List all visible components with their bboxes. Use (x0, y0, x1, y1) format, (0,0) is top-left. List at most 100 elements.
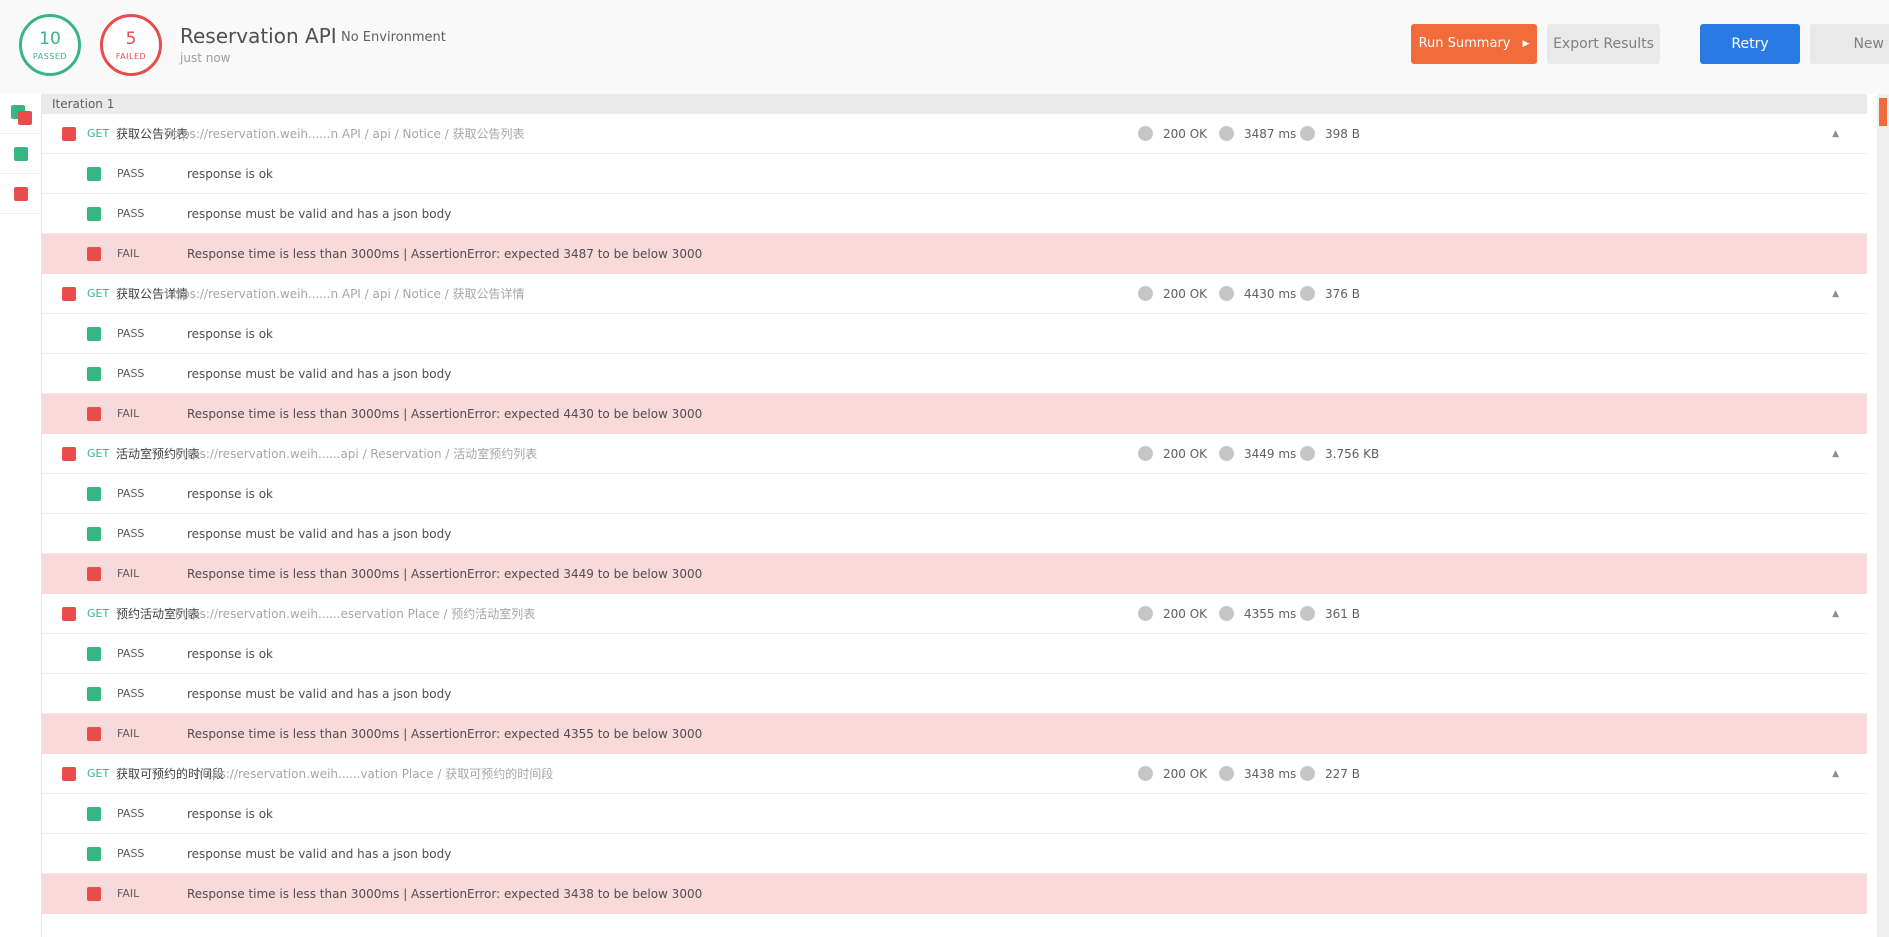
collapse-chevron-icon[interactable]: ▲ (1832, 594, 1839, 634)
size-dot-icon (1300, 606, 1315, 621)
pass-square-icon (87, 807, 101, 821)
passed-count-badge: 10 PASSED (19, 14, 81, 76)
request-row[interactable]: GET 获取公告列表 https://reservation.weih... ...n… (42, 114, 1867, 154)
request-row[interactable]: GET 获取公告详情 https://reservation.weih... ...n… (42, 274, 1867, 314)
filter-all[interactable] (0, 94, 41, 134)
request-row[interactable]: GET 获取可预约的时间段 https://reservation.weih....… (42, 754, 1867, 794)
pass-square-icon (87, 847, 101, 861)
pass-square-icon (87, 687, 101, 701)
iteration-header: Iteration 1 (42, 94, 1867, 114)
request-method: GET (87, 287, 110, 300)
response-time: 3438 ms (1244, 767, 1297, 781)
test-message: response is ok (187, 647, 274, 661)
environment-label: No Environment (341, 30, 446, 45)
failed-label: FAILED (115, 52, 147, 61)
run-header: 10 PASSED 5 FAILED Reservation API No En… (0, 0, 1889, 94)
test-message: response is ok (187, 807, 274, 821)
pass-square-icon (87, 487, 101, 501)
test-row: PASS response must be valid and has a jso… (42, 194, 1867, 234)
retry-button[interactable]: Retry (1700, 24, 1800, 64)
fail-square-icon (87, 727, 101, 741)
response-size: 398 B (1325, 127, 1360, 141)
test-message: response must be valid and has a json bo… (187, 207, 452, 221)
request-path: ...vation Place / 获取可预约的时间段 (349, 767, 554, 781)
test-row: PASS response must be valid and has a jso… (42, 354, 1867, 394)
response-size: 3.756 KB (1325, 447, 1380, 461)
request-method: GET (87, 767, 110, 780)
response-size: 227 B (1325, 767, 1360, 781)
test-result: PASS (117, 647, 145, 660)
pass-square-icon (87, 647, 101, 661)
test-result: PASS (117, 807, 145, 820)
test-message: response is ok (187, 327, 274, 341)
run-summary-label: Run Summary (1418, 36, 1511, 51)
run-title: Reservation API (180, 24, 337, 48)
filter-failed[interactable] (0, 174, 41, 214)
test-result: PASS (117, 367, 145, 380)
test-row: PASS response is ok (42, 154, 1867, 194)
collapse-chevron-icon[interactable]: ▲ (1832, 754, 1839, 794)
pass-square-icon (87, 327, 101, 341)
status-dot-icon (1138, 766, 1153, 781)
test-message: Response time is less than 3000ms | Asse… (187, 567, 703, 581)
request-path: ...eservation Place / 预约活动室列表 (329, 607, 536, 621)
status-dot-icon (1138, 126, 1153, 141)
results-list: Iteration 1 GET 获取公告列表 https://reservation… (42, 94, 1867, 937)
filter-passed[interactable] (0, 134, 41, 174)
request-row[interactable]: GET 活动室预约列表 https://reservation.weih......… (42, 434, 1867, 474)
scrollbar[interactable] (1877, 94, 1889, 937)
time-dot-icon (1219, 766, 1234, 781)
fail-square-icon (87, 247, 101, 261)
test-result: FAIL (117, 727, 140, 740)
response-status: 200 OK (1163, 607, 1208, 621)
request-method: GET (87, 607, 110, 620)
test-result: PASS (117, 327, 145, 340)
test-message: Response time is less than 3000ms | Asse… (187, 727, 703, 741)
request-url: https://reservation.weih... (195, 767, 350, 781)
test-row: PASS response must be valid and has a jso… (42, 674, 1867, 714)
collapse-chevron-icon[interactable]: ▲ (1832, 274, 1839, 314)
test-row: PASS response must be valid and has a jso… (42, 514, 1867, 554)
time-dot-icon (1219, 606, 1234, 621)
size-dot-icon (1300, 286, 1315, 301)
collapse-chevron-icon[interactable]: ▲ (1832, 114, 1839, 154)
response-size: 361 B (1325, 607, 1360, 621)
status-dot-icon (1138, 286, 1153, 301)
test-result: PASS (117, 847, 145, 860)
test-message: Response time is less than 3000ms | Asse… (187, 247, 703, 261)
fail-square-icon (62, 447, 76, 461)
test-row: FAIL Response time is less than 3000ms | … (42, 554, 1867, 594)
collapse-chevron-icon[interactable]: ▲ (1832, 434, 1839, 474)
request-results: GET 获取公告列表 https://reservation.weih... ...n… (42, 114, 1867, 914)
failed-count: 5 (125, 29, 137, 49)
request-path: ...n API / api / Notice / 获取公告详情 (319, 287, 525, 301)
request-path: ...n API / api / Notice / 获取公告列表 (319, 127, 525, 141)
new-button[interactable]: New (1810, 24, 1889, 64)
size-dot-icon (1300, 126, 1315, 141)
test-result: FAIL (117, 247, 140, 260)
run-time: just now (180, 51, 231, 65)
status-dot-icon (1138, 606, 1153, 621)
request-url: https://reservation.weih... (175, 447, 330, 461)
scrollbar-thumb[interactable] (1879, 98, 1887, 126)
time-dot-icon (1219, 286, 1234, 301)
response-size: 376 B (1325, 287, 1360, 301)
request-row[interactable]: GET 预约活动室列表 https://reservation.weih......… (42, 594, 1867, 634)
response-time: 3449 ms (1244, 447, 1297, 461)
status-dot-icon (1138, 446, 1153, 461)
test-result: PASS (117, 167, 145, 180)
run-summary-button[interactable]: Run Summary ▶ (1411, 24, 1537, 64)
export-results-button[interactable]: Export Results (1547, 24, 1660, 64)
response-time: 4430 ms (1244, 287, 1297, 301)
request-method: GET (87, 447, 110, 460)
fail-square-icon (62, 287, 76, 301)
test-result: PASS (117, 687, 145, 700)
size-dot-icon (1300, 766, 1315, 781)
test-row: PASS response is ok (42, 794, 1867, 834)
pass-square-icon (87, 207, 101, 221)
fail-square-icon (62, 767, 76, 781)
fail-square-icon (62, 127, 76, 141)
response-status: 200 OK (1163, 447, 1208, 461)
time-dot-icon (1219, 446, 1234, 461)
size-dot-icon (1300, 446, 1315, 461)
